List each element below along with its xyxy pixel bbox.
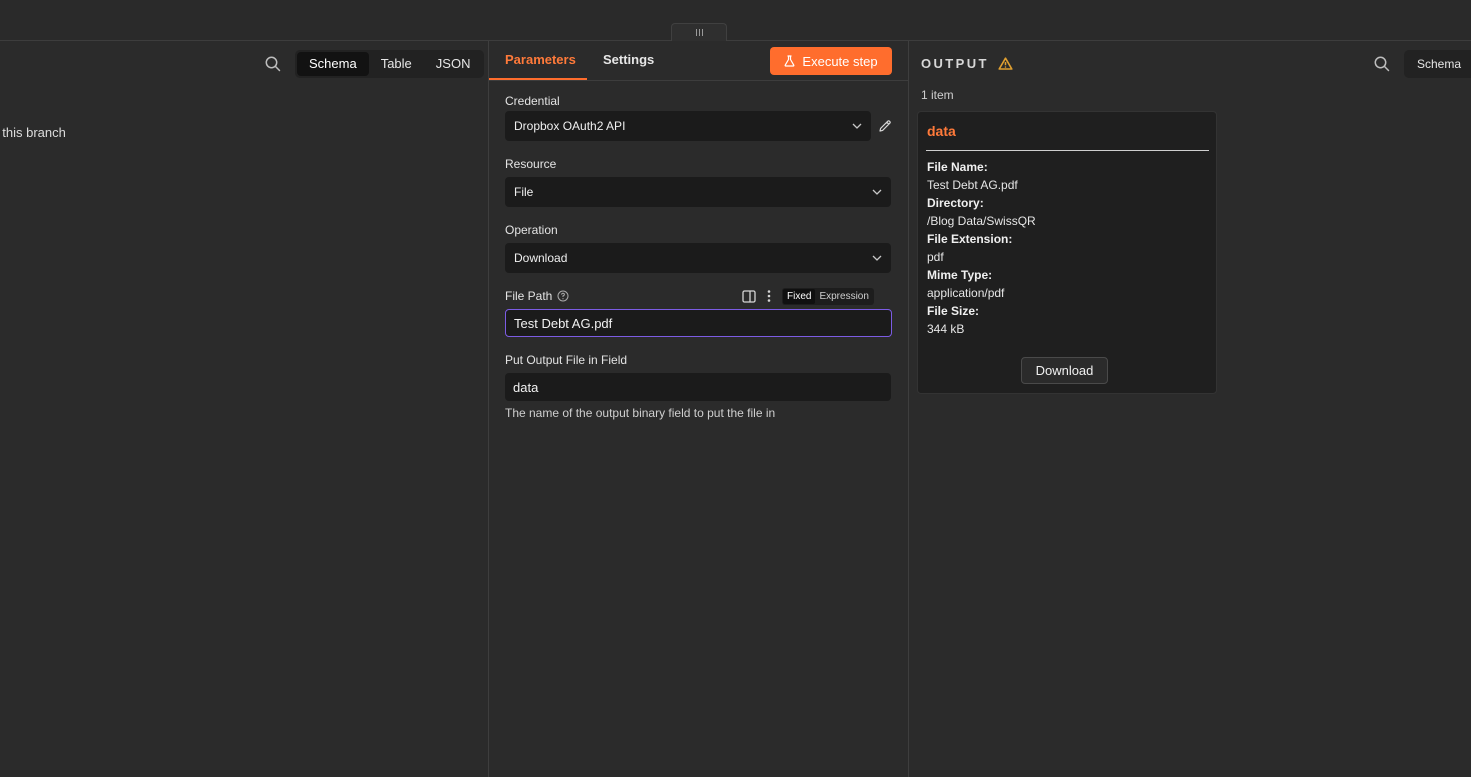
chevron-down-icon <box>852 123 862 129</box>
input-panel: Schema Table JSON sent on this branch <box>0 41 488 777</box>
output-field-label: Put Output File in Field <box>505 353 628 367</box>
warning-icon[interactable] <box>998 57 1013 70</box>
credential-label: Credential <box>505 94 560 108</box>
file-name-key: File Name: <box>927 160 988 174</box>
operation-label: Operation <box>505 223 558 237</box>
output-view-schema[interactable]: Schema <box>1404 50 1471 78</box>
credential-value: Dropbox OAuth2 API <box>514 119 626 133</box>
more-options-icon[interactable] <box>766 289 772 303</box>
active-tab-indicator <box>489 78 587 80</box>
parameters-panel: Parameters Settings Execute step Credent… <box>489 41 908 777</box>
view-table-option[interactable]: Table <box>369 52 424 76</box>
operation-value: Download <box>514 251 568 265</box>
search-icon[interactable] <box>1373 55 1391 73</box>
output-field-value: data <box>513 379 539 395</box>
no-input-message-text: sent on this branch <box>0 125 66 140</box>
tab-settings[interactable]: Settings <box>603 52 654 67</box>
directory-key: Directory: <box>927 196 984 210</box>
file-size-value: 344 kB <box>927 322 965 336</box>
view-json-option[interactable]: JSON <box>424 52 483 76</box>
node-tabs: Parameters Settings Execute step <box>489 41 908 81</box>
file-name-value: Test Debt AG.pdf <box>927 178 1018 192</box>
mode-fixed-option[interactable]: Fixed <box>783 288 816 304</box>
execute-step-button[interactable]: Execute step <box>770 47 892 75</box>
credential-select[interactable]: Dropbox OAuth2 API <box>505 111 871 141</box>
resource-value: File <box>514 185 534 199</box>
file-extension-value: pdf <box>927 250 944 264</box>
top-bar <box>0 0 1471 41</box>
side-panel-icon[interactable] <box>742 289 756 303</box>
file-size-key: File Size: <box>927 304 980 318</box>
search-icon[interactable] <box>264 55 282 73</box>
directory-value: /Blog Data/SwissQR <box>927 214 1036 228</box>
download-button[interactable]: Download <box>1021 357 1108 384</box>
edit-credential-icon[interactable] <box>878 119 892 133</box>
mode-expression-option[interactable]: Expression <box>815 289 872 304</box>
output-panel: OUTPUT Schema 1 item data File Name: Tes… <box>909 41 1471 777</box>
file-path-value: Test Debt AG.pdf <box>514 315 613 331</box>
card-divider <box>926 150 1209 151</box>
output-heading: OUTPUT <box>921 56 1013 71</box>
file-path-input[interactable]: Test Debt AG.pdf <box>505 309 892 337</box>
chevron-down-icon <box>872 255 882 261</box>
resource-select[interactable]: File <box>505 177 891 207</box>
item-count: 1 item <box>921 88 954 102</box>
flask-icon <box>784 55 795 67</box>
file-path-label-text: File Path <box>505 289 553 303</box>
binary-field-name: data <box>927 123 956 139</box>
no-input-message: sent on this branch <box>0 125 110 140</box>
execute-step-label: Execute step <box>802 53 878 69</box>
tab-parameters[interactable]: Parameters <box>505 52 576 67</box>
view-schema-option[interactable]: Schema <box>297 52 369 76</box>
file-extension-key: File Extension: <box>927 232 1013 246</box>
output-field-input[interactable]: data <box>505 373 891 401</box>
view-mode-toggle: Schema Table JSON <box>295 50 485 78</box>
operation-select[interactable]: Download <box>505 243 891 273</box>
panel-drag-handle[interactable] <box>671 23 727 41</box>
resource-label: Resource <box>505 157 557 171</box>
fixed-expression-toggle: Fixed Expression <box>782 287 874 305</box>
help-icon[interactable] <box>557 290 569 302</box>
output-field-hint: The name of the output binary field to p… <box>505 406 776 420</box>
file-path-tools: Fixed Expression <box>742 287 874 305</box>
chevron-down-icon <box>872 189 882 195</box>
output-title: OUTPUT <box>921 56 989 71</box>
file-path-label: File Path <box>505 289 569 303</box>
binary-data-card: data File Name: Test Debt AG.pdf Directo… <box>917 111 1217 394</box>
mime-type-value: application/pdf <box>927 286 1005 300</box>
mime-type-key: Mime Type: <box>927 268 993 282</box>
